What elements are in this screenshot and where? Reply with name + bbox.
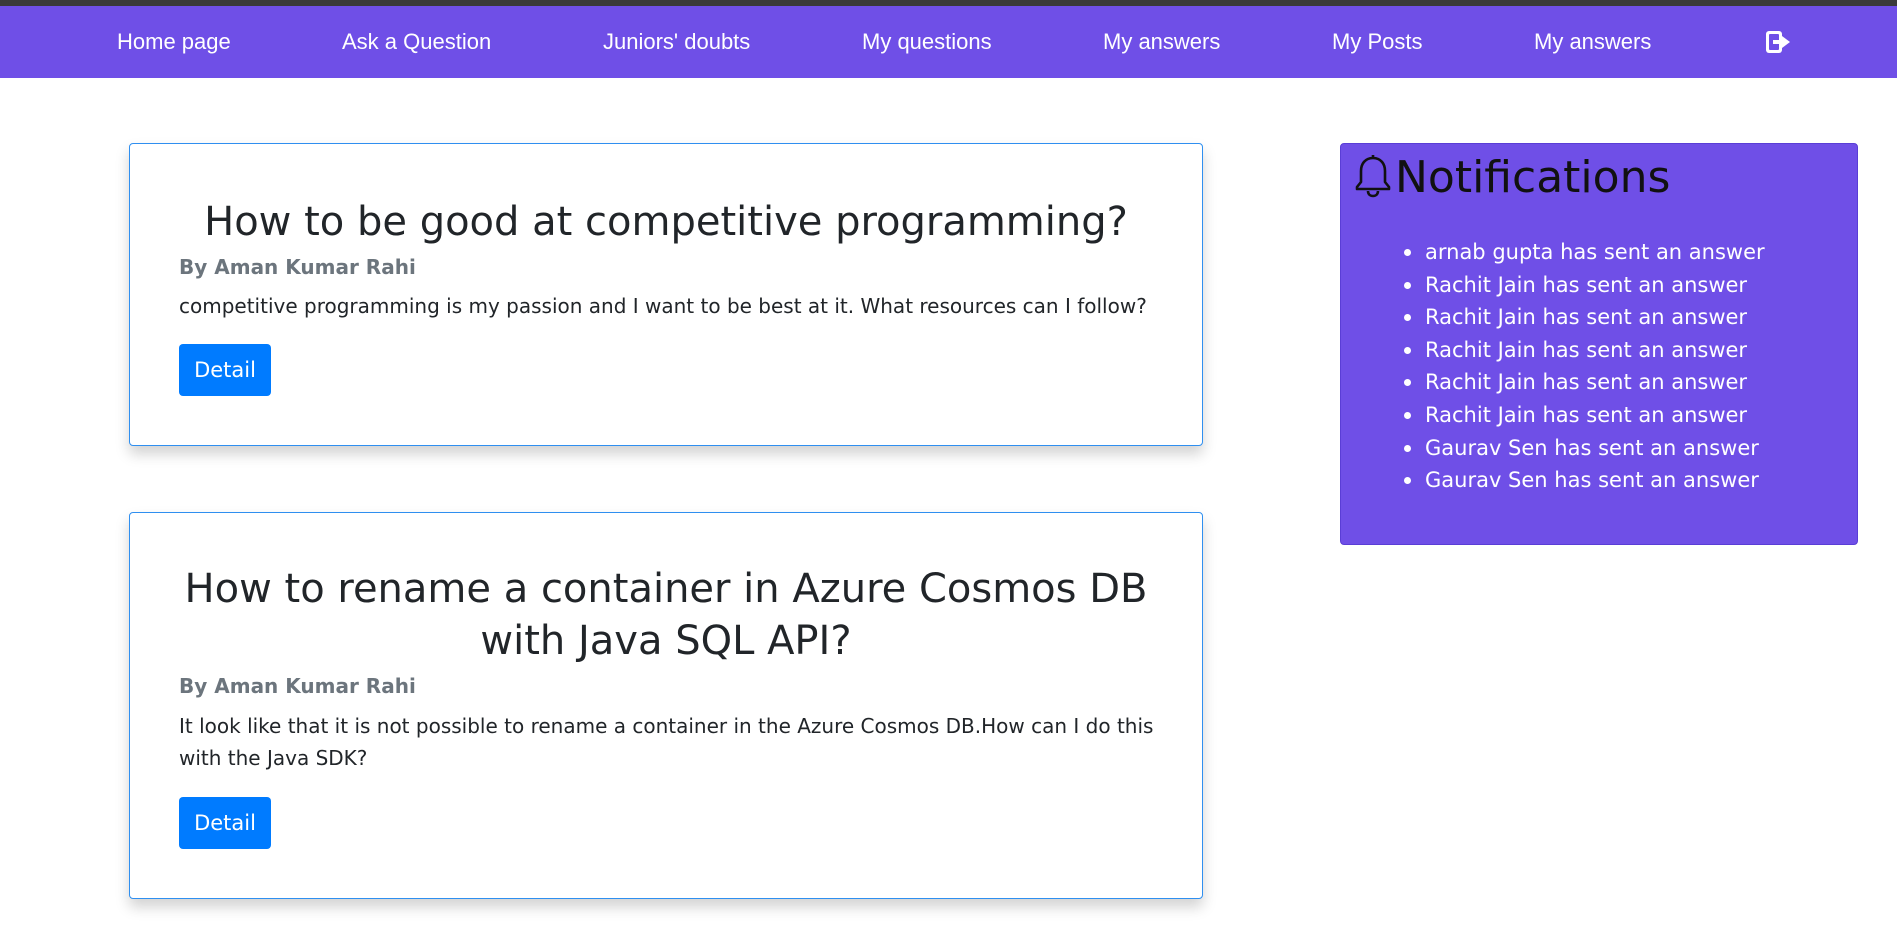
nav-ask-question[interactable]: Ask a Question bbox=[342, 6, 491, 78]
post-title: How to rename a container in Azure Cosmo… bbox=[184, 566, 1148, 664]
nav-my-posts[interactable]: My Posts bbox=[1332, 6, 1422, 78]
notifications-title: Notifications bbox=[1395, 152, 1671, 203]
notifications-panel: Notifications arnab gupta has sent an an… bbox=[1340, 143, 1858, 545]
notifications-header: Notifications bbox=[1353, 150, 1670, 206]
notification-item[interactable]: Rachit Jain has sent an answer bbox=[1404, 399, 1765, 432]
detail-button[interactable]: Detail bbox=[179, 797, 271, 849]
notification-item[interactable]: Rachit Jain has sent an answer bbox=[1404, 269, 1765, 302]
notification-item[interactable]: Rachit Jain has sent an answer bbox=[1404, 334, 1765, 367]
post-card: How to rename a container in Azure Cosmo… bbox=[129, 512, 1203, 899]
notification-item[interactable]: Rachit Jain has sent an answer bbox=[1404, 301, 1765, 334]
notification-item[interactable]: Gaurav Sen has sent an answer bbox=[1404, 464, 1765, 497]
post-body: competitive programming is my passion an… bbox=[179, 294, 1147, 318]
post-body: It look like that it is not possible to … bbox=[179, 714, 1154, 770]
logout-icon[interactable] bbox=[1764, 28, 1792, 56]
post-author: By Aman Kumar Rahi bbox=[179, 255, 416, 279]
nav-my-answers[interactable]: My answers bbox=[1103, 6, 1220, 78]
notification-item[interactable]: Rachit Jain has sent an answer bbox=[1404, 366, 1765, 399]
post-title: How to be good at competitive programmin… bbox=[204, 199, 1128, 245]
nav-my-answers-2[interactable]: My answers bbox=[1534, 6, 1651, 78]
post-author: By Aman Kumar Rahi bbox=[179, 674, 416, 698]
notifications-list: arnab gupta has sent an answer Rachit Ja… bbox=[1404, 236, 1765, 497]
detail-button[interactable]: Detail bbox=[179, 344, 271, 396]
nav-my-questions[interactable]: My questions bbox=[862, 6, 992, 78]
nav-home-page[interactable]: Home page bbox=[117, 6, 231, 78]
nav-juniors-doubts[interactable]: Juniors' doubts bbox=[603, 6, 750, 78]
bell-icon bbox=[1353, 154, 1395, 202]
notification-item[interactable]: arnab gupta has sent an answer bbox=[1404, 236, 1765, 269]
top-navbar: Home page Ask a Question Juniors' doubts… bbox=[0, 6, 1897, 78]
notification-item[interactable]: Gaurav Sen has sent an answer bbox=[1404, 432, 1765, 465]
post-card: How to be good at competitive programmin… bbox=[129, 143, 1203, 446]
